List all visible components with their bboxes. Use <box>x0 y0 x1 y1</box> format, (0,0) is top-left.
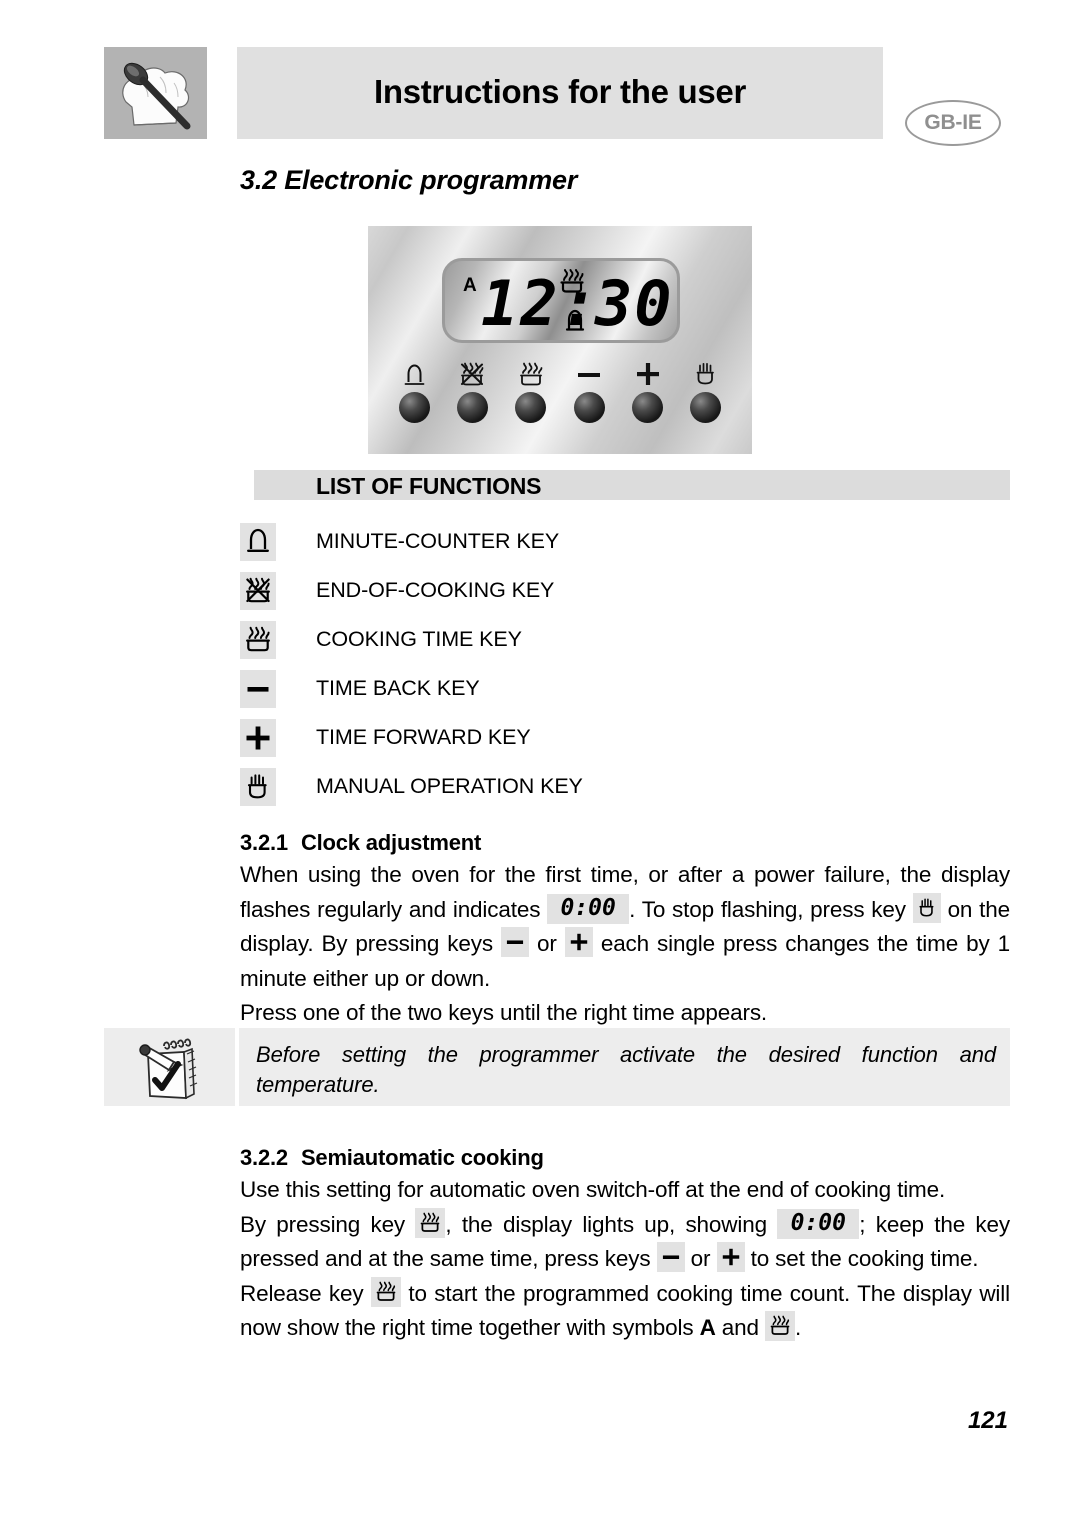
function-label: MANUAL OPERATION KEY <box>316 774 583 798</box>
minus-icon <box>576 361 602 387</box>
cooking-time-icon <box>765 1311 795 1342</box>
semiautomatic-text-9: . <box>795 1315 802 1340</box>
cooking-time-icon <box>415 1207 446 1238</box>
clock-adjustment-text-5: Press one of the two keys until the righ… <box>240 1000 768 1025</box>
minus-icon <box>240 669 276 708</box>
time-back-key[interactable] <box>565 361 613 423</box>
semiautomatic-text-1: Use this setting for automatic oven swit… <box>240 1177 946 1202</box>
electronic-programmer-illustration: A 12:30 <box>368 226 752 454</box>
manual-hand-icon <box>912 892 941 923</box>
key-knob[interactable] <box>515 392 547 423</box>
cooking-time-icon <box>559 269 585 298</box>
clock-adjustment-text-2: . To stop flashing, press key <box>629 896 906 922</box>
key-knob[interactable] <box>398 392 430 423</box>
list-of-functions-heading: LIST OF FUNCTIONS <box>316 473 542 499</box>
cooking-time-icon <box>370 1276 401 1307</box>
section-heading: 3.2 Electronic programmer <box>240 165 578 195</box>
function-row-manual-operation: MANUAL OPERATION KEY <box>240 762 1010 811</box>
symbol-a: A <box>699 1315 716 1340</box>
list-of-functions-bar: LIST OF FUNCTIONS <box>254 470 1010 500</box>
semiautomatic-text-3: , the display lights up, showing <box>445 1211 767 1237</box>
language-badge-label: GB-IE <box>924 111 982 134</box>
lcd-value-chip: 0:00 <box>777 1208 860 1239</box>
semiautomatic-cooking-section: 3.2.2 Semiautomatic cooking Use this sett… <box>240 1145 1010 1346</box>
semiautomatic-cooking-number: 3.2.2 <box>240 1145 288 1170</box>
semiautomatic-text-6: Release key <box>240 1280 364 1306</box>
key-knob[interactable] <box>573 392 605 423</box>
key-knob[interactable] <box>690 392 722 423</box>
manual-hand-icon <box>695 361 717 387</box>
minute-counter-bell-icon <box>240 522 276 561</box>
language-badge: GB-IE <box>905 100 1001 146</box>
minus-icon <box>656 1242 685 1273</box>
plus-icon <box>240 718 276 757</box>
programmer-panel: A 12:30 <box>368 226 752 454</box>
header-title-bar: Instructions for the user <box>237 47 883 139</box>
semiautomatic-text-2: By pressing key <box>240 1211 406 1237</box>
programmer-key-row <box>390 361 730 423</box>
lcd-value-chip: 0:00 <box>547 893 630 924</box>
page-header: Instructions for the user GB-IE <box>104 47 1001 146</box>
clock-adjustment-body: When using the oven for the first time, … <box>240 858 1010 996</box>
function-row-cooking-time: COOKING TIME KEY <box>240 615 1010 664</box>
function-row-minute-counter: MINUTE-COUNTER KEY <box>240 517 1010 566</box>
manual-operation-key[interactable] <box>682 361 730 423</box>
lcd-display: A 12:30 <box>442 258 680 343</box>
plus-icon <box>564 927 593 958</box>
clock-adjustment-section: 3.2.1 Clock adjustment When using the ove… <box>240 830 1010 1031</box>
function-label: COOKING TIME KEY <box>316 627 522 651</box>
function-label: TIME FORWARD KEY <box>316 725 531 749</box>
semiautomatic-body: By pressing key , the display lights up,… <box>240 1207 1010 1277</box>
list-of-functions: MINUTE-COUNTER KEY END-OF-COOKING KEY CO… <box>240 517 1010 811</box>
function-row-time-back: TIME BACK KEY <box>240 664 1010 713</box>
notepad-pencil-check-icon <box>104 1028 235 1106</box>
end-of-cooking-icon <box>459 361 485 387</box>
semiautomatic-body-2: Release key to start the programmed cook… <box>240 1276 1010 1346</box>
key-knob[interactable] <box>632 392 664 423</box>
minus-icon <box>501 927 530 958</box>
manual-hand-icon <box>240 767 276 806</box>
clock-adjustment-number: 3.2.1 <box>240 830 288 855</box>
clock-adjustment-or-1: or <box>537 931 557 956</box>
function-label: MINUTE-COUNTER KEY <box>316 529 560 553</box>
key-knob[interactable] <box>456 392 488 423</box>
cooking-time-key[interactable] <box>507 361 555 423</box>
note-body: Before setting the programmer activate t… <box>239 1028 1010 1106</box>
cooking-time-icon <box>240 620 276 659</box>
chef-hat-spoon-logo <box>104 47 207 139</box>
plus-icon <box>635 361 661 387</box>
semiautomatic-text-8: and <box>721 1315 759 1340</box>
minute-counter-bell-icon <box>404 361 425 387</box>
cooking-time-icon <box>518 361 544 387</box>
function-label: END-OF-COOKING KEY <box>316 578 555 602</box>
function-row-time-forward: TIME FORWARD KEY <box>240 713 1010 762</box>
time-forward-key[interactable] <box>624 361 672 423</box>
page-title: Instructions for the user <box>373 73 747 111</box>
clock-adjustment-title: Clock adjustment <box>300 830 482 855</box>
note-text: Before setting the programmer activate t… <box>256 1042 996 1097</box>
minute-counter-key[interactable] <box>390 361 438 423</box>
plus-icon <box>716 1242 745 1273</box>
lcd-minutes: 30 <box>594 267 674 340</box>
function-row-end-of-cooking: END-OF-COOKING KEY <box>240 566 1010 615</box>
clock-adjustment-heading: 3.2.1 Clock adjustment <box>240 830 1010 856</box>
page-number: 121 <box>967 1407 1008 1434</box>
function-label: TIME BACK KEY <box>316 676 480 700</box>
semiautomatic-text-5: to set the cooking time. <box>750 1246 979 1271</box>
lcd-auto-indicator: A <box>463 275 477 296</box>
note-callout: Before setting the programmer activate t… <box>104 1028 1010 1106</box>
end-of-cooking-icon <box>240 571 276 610</box>
semiautomatic-cooking-heading: 3.2.2 Semiautomatic cooking <box>240 1145 1010 1171</box>
lcd-hours: 12 <box>481 267 560 340</box>
end-of-cooking-key[interactable] <box>448 361 496 423</box>
semiautomatic-cooking-title: Semiautomatic cooking <box>300 1145 544 1170</box>
semiautomatic-or: or <box>690 1246 711 1271</box>
minute-counter-bell-icon <box>565 309 585 338</box>
